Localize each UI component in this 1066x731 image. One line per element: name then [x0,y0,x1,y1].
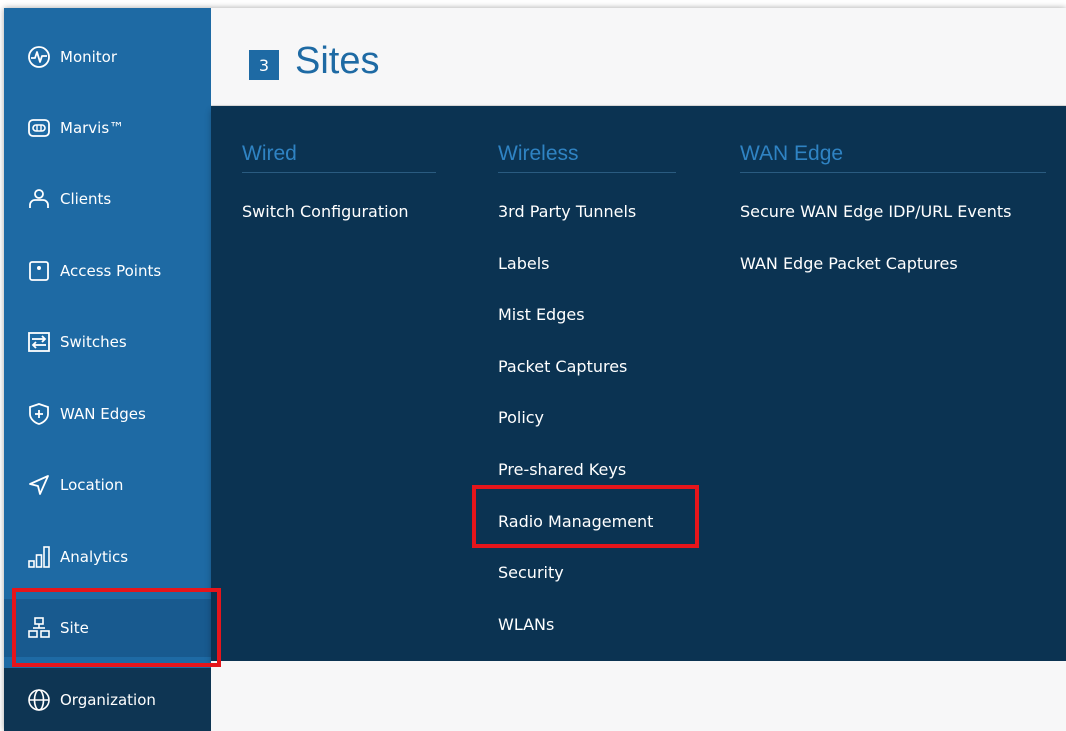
menu-item-wan-edge-packet-captures[interactable]: WAN Edge Packet Captures [740,254,958,273]
menu-column-wireless: Wireless 3rd Party Tunnels Labels Mist E… [498,142,676,634]
menu-item-secure-wan-edge-idp-url-events[interactable]: Secure WAN Edge IDP/URL Events [740,202,1011,221]
sidebar-item-switches[interactable]: Switches [4,313,211,371]
app-window: Monitor Marvis™ Clients Access Points Sw… [4,8,1066,731]
clients-icon [26,186,52,212]
content-area [211,661,1066,731]
menu-column-wan-edge: WAN Edge Secure WAN Edge IDP/URL Events … [740,142,1046,273]
access-point-icon [26,258,52,284]
sidebar-item-label: Location [60,476,124,494]
switch-icon [26,329,52,355]
sidebar-item-label: WAN Edges [60,405,146,423]
monitor-icon [26,44,52,70]
menu-item-switch-configuration[interactable]: Switch Configuration [242,202,409,221]
location-icon [26,472,52,498]
sidebar-item-label: Organization [60,690,156,709]
organization-icon [26,687,52,713]
menu-item-labels[interactable]: Labels [498,254,550,273]
sidebar-item-monitor[interactable]: Monitor [4,28,211,86]
site-icon [26,615,52,641]
sidebar-item-label: Clients [60,190,112,208]
menu-heading-wireless: Wireless [498,142,676,173]
marvis-icon [26,115,52,141]
menu-item-wlans[interactable]: WLANs [498,615,554,634]
menu-item-mist-edges[interactable]: Mist Edges [498,305,585,324]
sidebar-item-label: Access Points [60,262,162,280]
sidebar-item-organization[interactable]: Organization [4,668,211,731]
sidebar-item-label: Switches [60,333,127,351]
menu-item-security[interactable]: Security [498,563,564,582]
sidebar-item-location[interactable]: Location [4,456,211,514]
sidebar-item-site[interactable]: Site [4,599,211,657]
menu-item-pre-shared-keys[interactable]: Pre-shared Keys [498,460,626,479]
sidebar-item-analytics[interactable]: Analytics [4,528,211,586]
sidebar-item-label: Marvis™ [60,119,125,137]
wan-edge-icon [26,401,52,427]
site-count-badge: 3 [249,50,279,80]
menu-column-wired: Wired Switch Configuration [242,142,436,221]
page-title: Sites [295,40,380,82]
sidebar-item-clients[interactable]: Clients [4,170,211,228]
sidebar-item-marvis[interactable]: Marvis™ [4,99,211,157]
menu-item-radio-management[interactable]: Radio Management [498,512,653,531]
sidebar-item-label: Site [60,619,89,637]
sidebar-item-label: Analytics [60,548,129,566]
analytics-icon [26,544,52,570]
page-header: 3 Sites [211,8,1066,106]
menu-item-3rd-party-tunnels[interactable]: 3rd Party Tunnels [498,202,636,221]
site-menu-panel: Wired Switch Configuration Wireless 3rd … [211,106,1066,661]
sidebar: Monitor Marvis™ Clients Access Points Sw… [4,8,211,731]
sidebar-item-label: Monitor [60,48,118,66]
menu-heading-wired: Wired [242,142,436,173]
menu-item-packet-captures[interactable]: Packet Captures [498,357,627,376]
menu-item-policy[interactable]: Policy [498,408,544,427]
menu-heading-wan-edge: WAN Edge [740,142,1046,173]
sidebar-item-access-points[interactable]: Access Points [4,242,211,300]
sidebar-item-wan-edges[interactable]: WAN Edges [4,385,211,443]
